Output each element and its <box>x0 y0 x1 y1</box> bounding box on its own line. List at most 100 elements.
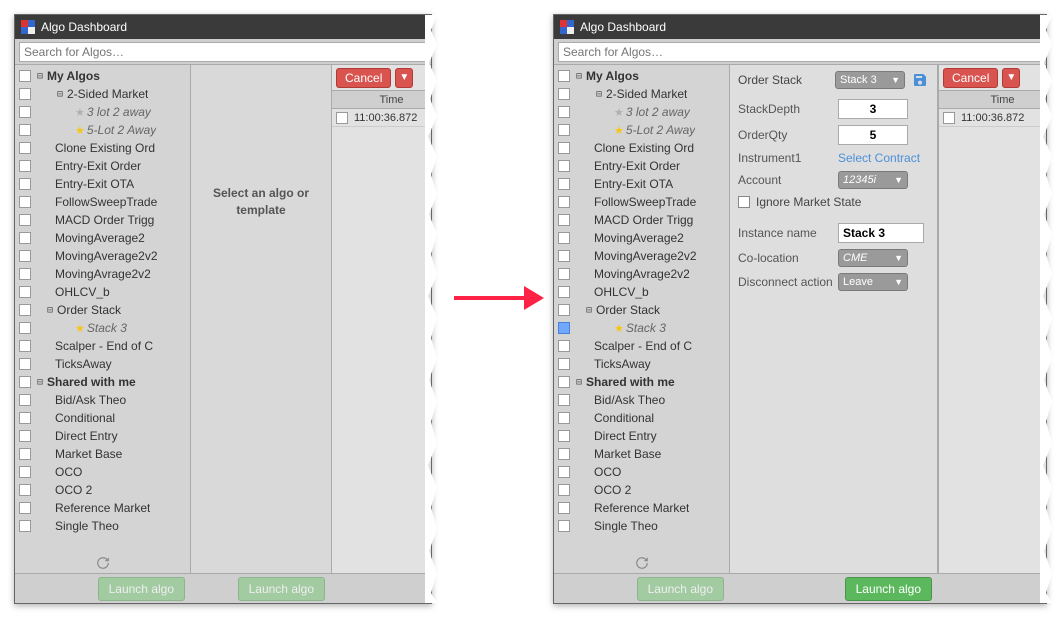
tree-item[interactable]: ★Stack 3 <box>15 319 190 337</box>
tree-checkbox[interactable] <box>558 394 570 406</box>
tree-item[interactable]: Direct Entry <box>554 427 729 445</box>
launch-algo-button[interactable]: Launch algo <box>637 577 724 601</box>
tree-item[interactable]: Scalper - End of C <box>15 337 190 355</box>
refresh-button[interactable] <box>15 553 190 573</box>
tree-checkbox[interactable] <box>19 286 31 298</box>
tree-item[interactable]: FollowSweepTrade <box>554 193 729 211</box>
tree-checkbox[interactable] <box>558 358 570 370</box>
tree-checkbox[interactable] <box>19 322 31 334</box>
tree-item[interactable]: Single Theo <box>15 517 190 535</box>
tree-checkbox[interactable] <box>558 520 570 532</box>
tree-checkbox[interactable] <box>19 250 31 262</box>
tree-checkbox[interactable] <box>558 268 570 280</box>
tree-checkbox[interactable] <box>19 70 31 82</box>
tree-checkbox[interactable] <box>558 448 570 460</box>
cancel-dropdown-button[interactable]: ▼ <box>395 68 413 88</box>
collapse-icon[interactable]: ⊟ <box>35 71 45 82</box>
tree-item[interactable]: MovingAvrage2v2 <box>554 265 729 283</box>
tree-item[interactable]: ⊟2-Sided Market <box>15 85 190 103</box>
tree-item[interactable]: MovingAverage2v2 <box>554 247 729 265</box>
tree-checkbox[interactable] <box>19 214 31 226</box>
save-icon[interactable] <box>911 71 929 89</box>
tree-item[interactable]: Market Base <box>554 445 729 463</box>
tree-checkbox[interactable] <box>19 88 31 100</box>
cancel-button[interactable]: Cancel <box>336 68 391 88</box>
tree-checkbox[interactable] <box>19 394 31 406</box>
tree-item[interactable]: Entry-Exit Order <box>15 157 190 175</box>
tree-item[interactable]: ⊟My Algos <box>15 67 190 85</box>
tree-checkbox[interactable] <box>19 412 31 424</box>
launch-algo-button-2[interactable]: Launch algo <box>845 577 932 601</box>
tree-checkbox[interactable] <box>558 250 570 262</box>
tree-item[interactable]: ⊟My Algos <box>554 67 729 85</box>
tree-checkbox[interactable] <box>558 196 570 208</box>
colocation-select[interactable]: CME▼ <box>838 249 908 267</box>
tree-checkbox[interactable] <box>558 304 570 316</box>
refresh-button[interactable] <box>554 553 729 573</box>
tree-item[interactable]: ⊟Order Stack <box>15 301 190 319</box>
tree-checkbox[interactable] <box>558 106 570 118</box>
tree-checkbox[interactable] <box>558 340 570 352</box>
tree-checkbox[interactable] <box>558 376 570 388</box>
tree-item[interactable]: ★3 lot 2 away <box>554 103 729 121</box>
tree-checkbox[interactable] <box>19 178 31 190</box>
tree-checkbox[interactable] <box>19 520 31 532</box>
tree-checkbox[interactable] <box>19 466 31 478</box>
tree-checkbox[interactable] <box>19 430 31 442</box>
tree-item[interactable]: TicksAway <box>15 355 190 373</box>
tree-item[interactable]: Entry-Exit OTA <box>554 175 729 193</box>
stack-depth-input[interactable] <box>838 99 908 119</box>
tree-checkbox[interactable] <box>19 340 31 352</box>
tree-item[interactable]: Scalper - End of C <box>554 337 729 355</box>
account-select[interactable]: 12345i▼ <box>838 171 908 189</box>
select-contract-link[interactable]: Select Contract <box>838 151 920 165</box>
algo-tree[interactable]: ⊟My Algos⊟2-Sided Market★3 lot 2 away★5-… <box>15 65 190 553</box>
tree-item[interactable]: Reference Market <box>15 499 190 517</box>
search-input[interactable] <box>19 42 427 62</box>
tree-item[interactable]: Entry-Exit OTA <box>15 175 190 193</box>
tree-item[interactable]: ⊟Shared with me <box>15 373 190 391</box>
tree-item[interactable]: MACD Order Trigg <box>15 211 190 229</box>
tree-item[interactable]: OCO <box>554 463 729 481</box>
tree-item[interactable]: MovingAverage2v2 <box>15 247 190 265</box>
tree-item[interactable]: Single Theo <box>554 517 729 535</box>
tree-checkbox[interactable] <box>558 286 570 298</box>
tree-checkbox[interactable] <box>558 232 570 244</box>
collapse-icon[interactable]: ⊟ <box>574 71 584 82</box>
tree-checkbox[interactable] <box>558 502 570 514</box>
tree-checkbox[interactable] <box>558 322 570 334</box>
tree-item[interactable]: ★5-Lot 2 Away <box>15 121 190 139</box>
tree-item[interactable]: Clone Existing Ord <box>15 139 190 157</box>
order-row[interactable]: 11:00:36.872 <box>939 109 1046 127</box>
tree-item[interactable]: TicksAway <box>554 355 729 373</box>
tree-checkbox[interactable] <box>558 124 570 136</box>
tree-item[interactable]: MACD Order Trigg <box>554 211 729 229</box>
tree-checkbox[interactable] <box>19 484 31 496</box>
tree-item[interactable]: Reference Market <box>554 499 729 517</box>
tree-item[interactable]: Market Base <box>15 445 190 463</box>
tree-item[interactable]: Bid/Ask Theo <box>15 391 190 409</box>
cancel-button[interactable]: Cancel <box>943 68 998 88</box>
order-row[interactable]: 11:00:36.872 <box>332 109 431 127</box>
tree-checkbox[interactable] <box>19 376 31 388</box>
search-input[interactable] <box>558 42 1042 62</box>
tree-item[interactable]: OCO <box>15 463 190 481</box>
collapse-icon[interactable]: ⊟ <box>55 89 65 100</box>
instance-name-input[interactable] <box>838 223 924 243</box>
tree-item[interactable]: MovingAverage2 <box>15 229 190 247</box>
launch-algo-button[interactable]: Launch algo <box>98 577 185 601</box>
tree-item[interactable]: OHLCV_b <box>554 283 729 301</box>
tree-checkbox[interactable] <box>558 70 570 82</box>
tree-checkbox[interactable] <box>558 214 570 226</box>
cancel-dropdown-button[interactable]: ▼ <box>1002 68 1020 88</box>
tree-item[interactable]: OCO 2 <box>15 481 190 499</box>
tree-checkbox[interactable] <box>558 484 570 496</box>
tree-item[interactable]: Conditional <box>554 409 729 427</box>
tree-item[interactable]: FollowSweepTrade <box>15 193 190 211</box>
tree-item[interactable]: ★Stack 3 <box>554 319 729 337</box>
collapse-icon[interactable]: ⊟ <box>45 305 55 316</box>
tree-checkbox[interactable] <box>19 196 31 208</box>
order-qty-input[interactable] <box>838 125 908 145</box>
tree-checkbox[interactable] <box>558 142 570 154</box>
tree-checkbox[interactable] <box>558 430 570 442</box>
